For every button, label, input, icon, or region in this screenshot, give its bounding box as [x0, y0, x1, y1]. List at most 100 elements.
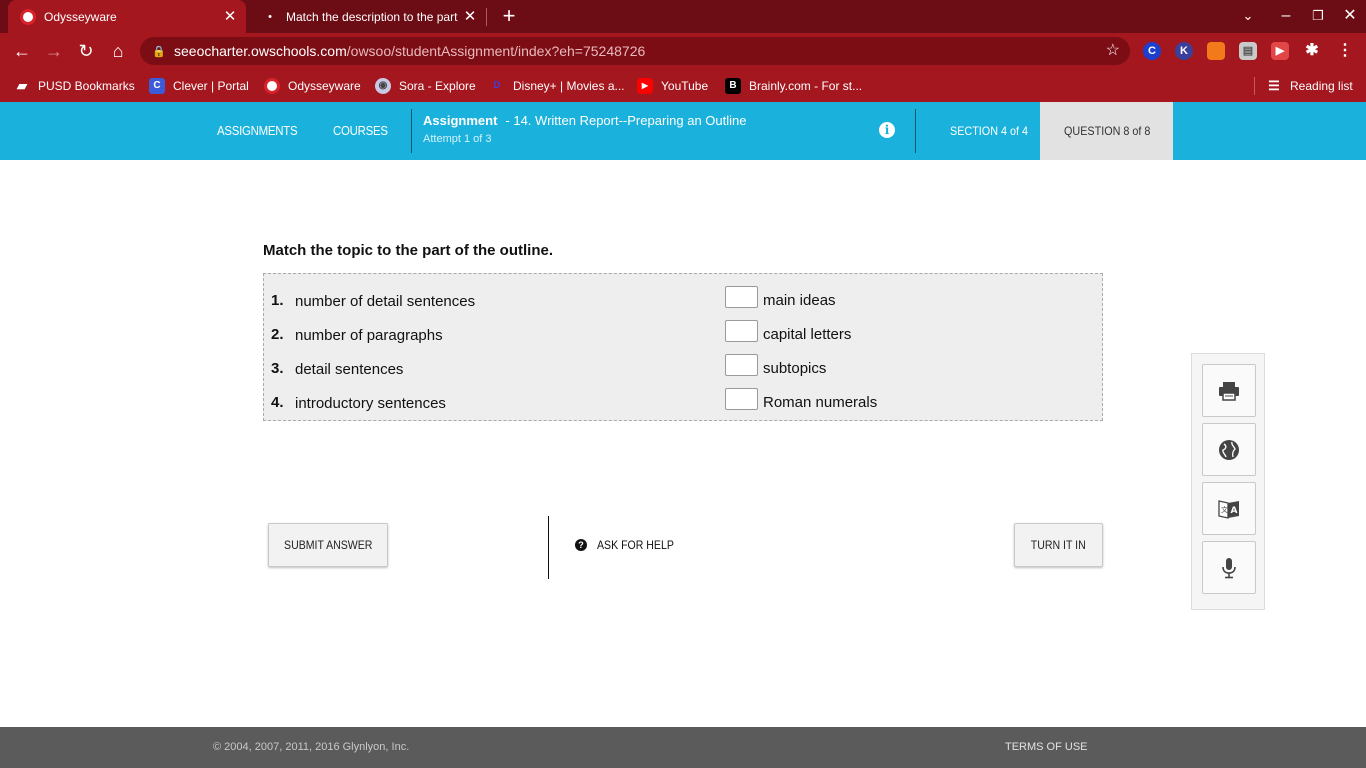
question-indicator[interactable]: QUESTION 8 of 8	[1040, 102, 1173, 160]
menu-icon[interactable]: ⋮	[1336, 42, 1354, 60]
nav-assignments[interactable]: ASSIGNMENTS	[217, 102, 298, 160]
attempt-counter: Attempt 1 of 3	[423, 133, 492, 145]
item-topic: introductory sentences	[295, 395, 446, 412]
new-tab-button[interactable]: +	[498, 4, 520, 28]
red-extension-icon[interactable]: ▶	[1271, 42, 1289, 60]
question-prompt: Match the topic to the part of the outli…	[263, 242, 553, 259]
bookmark-youtube[interactable]: ▶ YouTube	[637, 69, 708, 102]
item-number: 4.	[271, 394, 284, 411]
youtube-icon: ▶	[637, 77, 653, 94]
match-input[interactable]	[725, 286, 758, 308]
browser-toolbar: ← → ↻ ⌂ 🔒 seeocharter.owschools.com/owso…	[0, 33, 1366, 69]
bookmark-disney[interactable]: D Disney+ | Movies a...	[489, 69, 624, 102]
bookmarks-divider	[1254, 77, 1255, 95]
tools-panel: 文 A	[1191, 353, 1265, 610]
turn-it-in-label: TURN IT IN	[1031, 538, 1086, 552]
bookmark-sora[interactable]: ◉ Sora - Explore	[375, 69, 476, 102]
folder-icon: ▰	[17, 77, 27, 93]
assignment-name: - 14. Written Report--Preparing an Outli…	[505, 113, 747, 128]
address-bar[interactable]: 🔒 seeocharter.owschools.com/owsoo/studen…	[140, 37, 1130, 65]
window-close-icon[interactable]: ✕	[1338, 4, 1362, 28]
restore-icon[interactable]: ❐	[1306, 4, 1330, 28]
submit-answer-button[interactable]: SUBMIT ANSWER	[268, 523, 388, 567]
tab-odysseyware[interactable]: Odysseyware ✕	[8, 0, 246, 33]
tab-title: Odysseyware	[44, 9, 117, 24]
section-indicator[interactable]: SECTION 4 of 4	[950, 102, 1028, 160]
match-input[interactable]	[725, 388, 758, 410]
item-topic: detail sentences	[295, 361, 404, 378]
translate-button[interactable]: 文 A	[1202, 482, 1256, 535]
ask-for-help-button[interactable]: ? ASK FOR HELP	[575, 538, 684, 552]
url-text: seeocharter.owschools.com/owsoo/studentA…	[174, 43, 646, 59]
answer-option: capital letters	[763, 326, 852, 343]
odysseyware-icon	[20, 8, 36, 25]
reload-icon[interactable]: ↻	[73, 38, 99, 64]
question-label: QUESTION 8 of 8	[1064, 124, 1151, 138]
bookmark-star-icon[interactable]: ☆	[1106, 42, 1120, 60]
brainly-icon: B	[725, 77, 741, 94]
bookmarks-bar: ▰ PUSD Bookmarks C Clever | Portal Odyss…	[0, 69, 1366, 102]
close-icon[interactable]: ✕	[222, 8, 238, 25]
clever-icon: C	[149, 77, 165, 94]
loading-spinner-icon: •	[268, 10, 272, 23]
question-mark-icon: ?	[575, 539, 587, 551]
reading-list-label: Reading list	[1290, 78, 1353, 93]
bookmark-label: Sora - Explore	[399, 78, 476, 93]
info-icon[interactable]: i	[879, 122, 895, 138]
disney-icon: D	[493, 79, 501, 91]
bookmark-pusd[interactable]: ▰ PUSD Bookmarks	[14, 69, 135, 102]
nav-courses[interactable]: COURSES	[333, 102, 388, 160]
print-button[interactable]	[1202, 364, 1256, 417]
turn-it-in-button[interactable]: TURN IT IN	[1014, 523, 1103, 567]
tab-search-icon[interactable]: ⌄	[1236, 4, 1260, 28]
back-icon[interactable]: ←	[9, 38, 35, 64]
printer-extension-icon[interactable]: ▤	[1239, 42, 1257, 60]
match-row: 2. number of paragraphs capital letters	[264, 313, 1102, 347]
k-extension-icon[interactable]: K	[1175, 42, 1193, 60]
match-row: 4. introductory sentences Roman numerals	[264, 381, 1102, 415]
bookmark-label: PUSD Bookmarks	[38, 78, 135, 93]
svg-text:文: 文	[1221, 505, 1228, 514]
printer-icon	[1219, 381, 1239, 401]
minimize-icon[interactable]: –	[1274, 4, 1298, 28]
svg-text:A: A	[1231, 506, 1238, 516]
match-row: 3. detail sentences subtopics	[264, 347, 1102, 381]
globe-button[interactable]	[1202, 423, 1256, 476]
header-divider	[915, 109, 916, 153]
item-number: 2.	[271, 326, 284, 343]
bookmark-label: Brainly.com - For st...	[749, 78, 863, 93]
microphone-icon	[1222, 557, 1236, 578]
puzzle-icon[interactable]: ✱	[1303, 42, 1321, 60]
match-input[interactable]	[725, 354, 758, 376]
ask-for-help-label: ASK FOR HELP	[597, 538, 674, 552]
bookmark-label: Clever | Portal	[173, 78, 249, 93]
item-topic: number of paragraphs	[295, 327, 443, 344]
bookmark-clever[interactable]: C Clever | Portal	[149, 69, 249, 102]
terms-of-use-link[interactable]: TERMS OF USE	[1005, 741, 1088, 753]
odysseyware-icon	[264, 77, 280, 94]
tab-divider	[486, 8, 487, 26]
home-icon[interactable]: ⌂	[105, 38, 131, 64]
item-topic: number of detail sentences	[295, 293, 476, 310]
close-icon[interactable]: ✕	[462, 8, 478, 25]
clever-icon[interactable]: C	[1143, 42, 1161, 60]
microphone-button[interactable]	[1202, 541, 1256, 594]
item-number: 3.	[271, 360, 284, 377]
assignment-title: Assignment - 14. Written Report--Preparin…	[423, 113, 747, 128]
actions-divider	[548, 516, 549, 579]
forward-icon[interactable]: →	[41, 38, 67, 64]
tab-match-description[interactable]: • Match the description to the part ✕	[250, 0, 486, 33]
site-header: ASSIGNMENTS COURSES Assignment - 14. Writ…	[0, 102, 1366, 160]
orange-extension-icon[interactable]	[1207, 42, 1225, 60]
item-number: 1.	[271, 292, 284, 309]
bookmark-odysseyware[interactable]: Odysseyware	[264, 69, 361, 102]
reading-list-button[interactable]: ☰ Reading list	[1266, 69, 1353, 102]
match-input[interactable]	[725, 320, 758, 342]
answer-option: main ideas	[763, 292, 836, 309]
lock-icon: 🔒	[152, 45, 166, 58]
sora-icon: ◉	[375, 77, 391, 94]
matching-question: 1. number of detail sentences main ideas…	[263, 273, 1103, 421]
bookmark-brainly[interactable]: B Brainly.com - For st...	[725, 69, 862, 102]
answer-option: Roman numerals	[763, 394, 878, 411]
submit-answer-label: SUBMIT ANSWER	[283, 538, 373, 552]
